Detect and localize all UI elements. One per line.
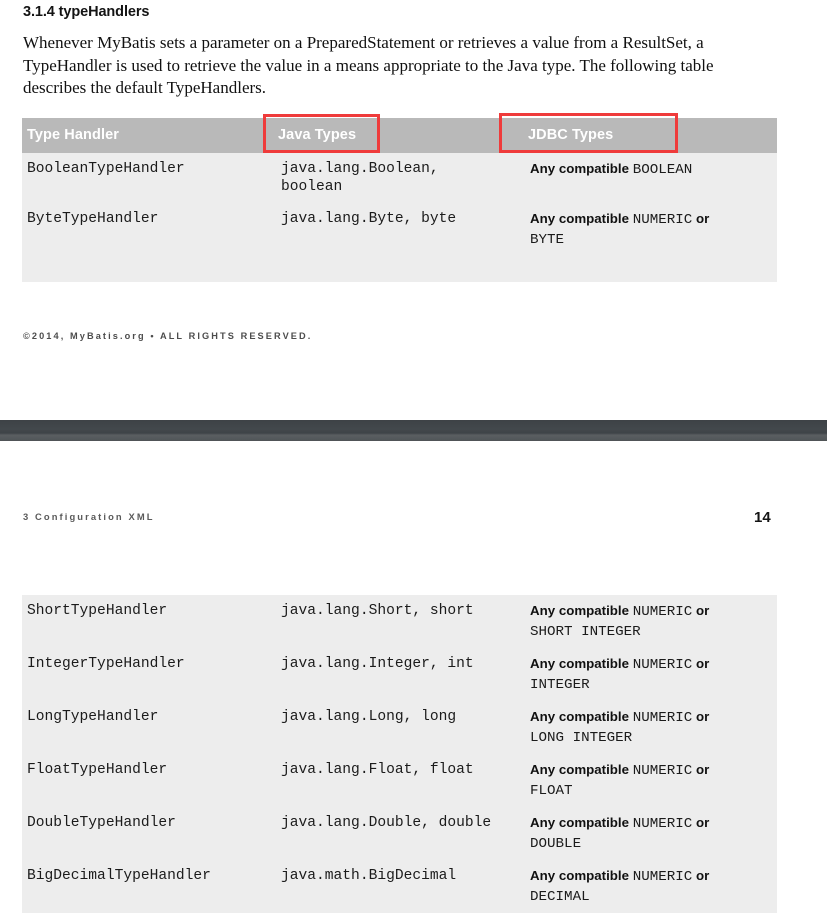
- jdbc-code-2: BYTE: [530, 231, 565, 248]
- jdbc-prefix: Any compatible: [530, 603, 633, 618]
- table-row: DoubleTypeHandler java.lang.Double, doub…: [22, 807, 777, 860]
- jdbc-code: NUMERIC: [632, 604, 693, 620]
- jdbc-code: NUMERIC: [632, 869, 693, 885]
- jdbc-code-2: SHORT INTEGER: [530, 623, 641, 640]
- typehandlers-table-top: Type Handler Java Types JDBC Types Boole…: [22, 118, 777, 282]
- column-header-java-types: Java Types: [278, 127, 357, 143]
- jdbc-prefix: Any compatible: [530, 868, 633, 883]
- document-page-one: 3.1.4 typeHandlers Whenever MyBatis sets…: [0, 0, 827, 420]
- cell-jdbc-types: Any compatible BOOLEAN: [526, 153, 777, 203]
- cell-java-types: java.lang.Integer, int: [281, 656, 474, 672]
- cell-java-types: java.lang.Long, long: [281, 709, 457, 725]
- jdbc-code-2: INTEGER: [530, 676, 590, 693]
- cell-java-types: java.lang.Short, short: [281, 603, 474, 619]
- copyright-footer: ©2014, MyBatis.org • ALL RIGHTS RESERVED…: [23, 331, 313, 341]
- running-head: 3 Configuration XML: [23, 511, 155, 522]
- jdbc-prefix: Any compatible: [530, 709, 633, 724]
- jdbc-suffix: or: [692, 709, 710, 724]
- jdbc-suffix: or: [692, 656, 710, 671]
- table-row: ShortTypeHandler java.lang.Short, short …: [22, 595, 777, 648]
- table-row: BooleanTypeHandler java.lang.Boolean, bo…: [22, 153, 777, 203]
- jdbc-prefix: Any compatible: [530, 762, 633, 777]
- table-header-row: Type Handler Java Types JDBC Types: [22, 118, 777, 153]
- cell-type-handler: BigDecimalTypeHandler: [27, 868, 211, 884]
- jdbc-code-2: FLOAT: [530, 782, 573, 799]
- cell-type-handler: ShortTypeHandler: [27, 603, 168, 619]
- column-header-jdbc-types: JDBC Types: [528, 127, 614, 143]
- jdbc-code: NUMERIC: [632, 763, 693, 779]
- typehandlers-table-bottom: ShortTypeHandler java.lang.Short, short …: [22, 595, 777, 913]
- column-header-type-handler: Type Handler: [27, 127, 119, 143]
- table-row: FloatTypeHandler java.lang.Float, float …: [22, 754, 777, 807]
- jdbc-prefix: Any compatible: [530, 161, 633, 176]
- cell-type-handler: BooleanTypeHandler: [27, 161, 185, 177]
- jdbc-code-2: DECIMAL: [530, 888, 590, 905]
- cell-jdbc-types: Any compatible NUMERIC or DECIMAL: [526, 860, 777, 913]
- cell-java-types: java.lang.Boolean, boolean: [281, 161, 439, 195]
- jdbc-code: NUMERIC: [632, 816, 693, 832]
- cell-type-handler: DoubleTypeHandler: [27, 815, 176, 831]
- cell-jdbc-types: Any compatible NUMERIC or INTEGER: [526, 648, 777, 701]
- cell-type-handler: LongTypeHandler: [27, 709, 159, 725]
- jdbc-suffix: or: [692, 868, 710, 883]
- jdbc-code: NUMERIC: [632, 710, 693, 726]
- table-row: BigDecimalTypeHandler java.math.BigDecim…: [22, 860, 777, 913]
- jdbc-code-2: DOUBLE: [530, 835, 582, 852]
- cell-java-types: java.lang.Double, double: [281, 815, 492, 831]
- jdbc-prefix: Any compatible: [530, 211, 633, 226]
- jdbc-prefix: Any compatible: [530, 815, 633, 830]
- cell-jdbc-types: Any compatible NUMERIC or FLOAT: [526, 754, 777, 807]
- cell-type-handler: FloatTypeHandler: [27, 762, 168, 778]
- jdbc-prefix: Any compatible: [530, 656, 633, 671]
- jdbc-suffix: or: [692, 815, 710, 830]
- jdbc-suffix: or: [692, 211, 710, 226]
- cell-java-types: java.lang.Byte, byte: [281, 211, 457, 227]
- cell-jdbc-types: Any compatible NUMERIC or DOUBLE: [526, 807, 777, 860]
- page-number: 14: [754, 509, 771, 526]
- cell-jdbc-types: Any compatible NUMERIC or SHORT INTEGER: [526, 595, 777, 648]
- jdbc-code: NUMERIC: [632, 212, 693, 228]
- cell-jdbc-types: Any compatible NUMERIC or LONG INTEGER: [526, 701, 777, 754]
- section-heading: 3.1.4 typeHandlers: [23, 4, 150, 20]
- jdbc-code: BOOLEAN: [632, 162, 693, 178]
- table-row: ByteTypeHandler java.lang.Byte, byte Any…: [22, 203, 777, 256]
- cell-java-types: java.math.BigDecimal: [281, 868, 457, 884]
- jdbc-code: NUMERIC: [632, 657, 693, 673]
- jdbc-code-2: LONG INTEGER: [530, 729, 633, 746]
- cell-type-handler: ByteTypeHandler: [27, 211, 159, 227]
- table-bottom-spacer: [22, 256, 777, 282]
- cell-jdbc-types: Any compatible NUMERIC or BYTE: [526, 203, 777, 256]
- table-row: IntegerTypeHandler java.lang.Integer, in…: [22, 648, 777, 701]
- jdbc-suffix: or: [692, 603, 710, 618]
- intro-paragraph: Whenever MyBatis sets a parameter on a P…: [23, 33, 714, 97]
- page-separator-band: [0, 420, 827, 441]
- table-row: LongTypeHandler java.lang.Long, long Any…: [22, 701, 777, 754]
- jdbc-suffix: or: [692, 762, 710, 777]
- cell-type-handler: IntegerTypeHandler: [27, 656, 185, 672]
- cell-java-types: java.lang.Float, float: [281, 762, 474, 778]
